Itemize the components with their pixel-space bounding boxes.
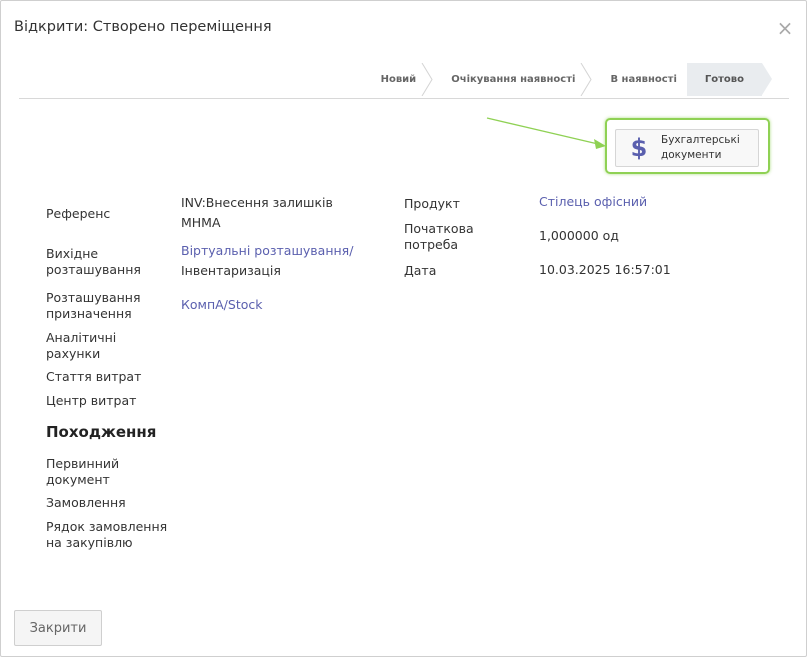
product-link[interactable]: Стілець офісний: [539, 192, 647, 212]
destination-location-label: Розташування призначення: [46, 290, 141, 321]
stage-label: В наявності: [610, 74, 677, 85]
button-label-line2: документи: [661, 149, 722, 161]
date-label: Дата: [404, 263, 437, 278]
stage-label: Готово: [704, 74, 744, 85]
stage-label: Очікування наявності: [451, 74, 576, 85]
initial-demand-label: Початкова потреба: [404, 221, 474, 252]
reference-value: INV:Внесення залишків МНМА: [181, 195, 333, 230]
stage-available[interactable]: В наявності: [590, 63, 686, 96]
origin-section-title: Походження: [46, 423, 157, 441]
date-value: 10.03.2025 16:57:01: [539, 262, 671, 277]
destination-location-link[interactable]: КомпA/Stock: [181, 295, 262, 315]
close-button[interactable]: Закрити: [14, 610, 102, 646]
stage-done[interactable]: Готово: [686, 63, 772, 96]
button-label-line1: Бухгалтерські: [661, 134, 740, 146]
order-label: Замовлення: [46, 495, 126, 510]
source-document-label: Первинний документ: [46, 456, 120, 487]
reference-label: Референс: [46, 206, 111, 221]
source-location-value: Віртуальні розташування/ Інвентаризація: [181, 243, 354, 278]
accounting-documents-button[interactable]: $ Бухгалтерські документи: [615, 129, 759, 167]
modal-title: Відкрити: Створено переміщення: [14, 19, 272, 35]
source-location-link[interactable]: Віртуальні розташування/: [181, 243, 353, 258]
close-icon[interactable]: ×: [776, 17, 794, 39]
product-label: Продукт: [404, 196, 460, 211]
expense-item-label: Стаття витрат: [46, 369, 142, 384]
initial-demand-value: 1,000000 од: [539, 228, 619, 243]
stage-arrow-tip: [762, 63, 772, 95]
dollar-icon: $: [630, 134, 648, 162]
analytic-accounts-label: Аналітичні рахунки: [46, 330, 117, 361]
header-divider: [19, 98, 789, 99]
stage-waiting[interactable]: Очікування наявності: [431, 63, 593, 96]
status-bar: Новий Очікування наявності В наявності Г…: [361, 63, 772, 96]
cost-center-label: Центр витрат: [46, 393, 137, 408]
purchase-order-line-label: Рядок замовлення на закупівлю: [46, 519, 168, 550]
stage-label: Новий: [380, 74, 417, 85]
annotation-arrow-icon: [486, 117, 606, 149]
stage-new[interactable]: Новий: [361, 63, 433, 96]
source-location-label: Вихідне розташування: [46, 246, 141, 277]
